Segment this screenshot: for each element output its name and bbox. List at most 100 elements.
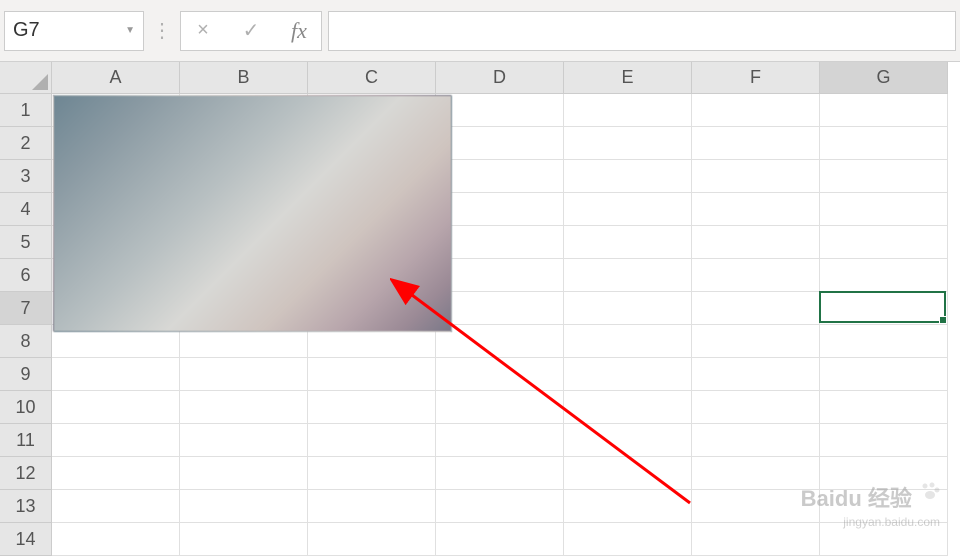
cell-D1[interactable] xyxy=(436,94,564,127)
cell-E10[interactable] xyxy=(564,391,692,424)
row-header-14[interactable]: 14 xyxy=(0,523,52,556)
cell-E5[interactable] xyxy=(564,226,692,259)
insert-function-icon[interactable]: fx xyxy=(287,18,311,44)
cell-F8[interactable] xyxy=(692,325,820,358)
cell-G8[interactable] xyxy=(820,325,948,358)
cell-F6[interactable] xyxy=(692,259,820,292)
cell-C10[interactable] xyxy=(308,391,436,424)
cell-D4[interactable] xyxy=(436,193,564,226)
row-header-5[interactable]: 5 xyxy=(0,226,52,259)
column-header-D[interactable]: D xyxy=(436,62,564,94)
cell-E11[interactable] xyxy=(564,424,692,457)
cell-F7[interactable] xyxy=(692,292,820,325)
cell-E14[interactable] xyxy=(564,523,692,556)
cell-D5[interactable] xyxy=(436,226,564,259)
cell-C9[interactable] xyxy=(308,358,436,391)
embedded-picture[interactable] xyxy=(53,95,452,332)
column-header-B[interactable]: B xyxy=(180,62,308,94)
cell-C14[interactable] xyxy=(308,523,436,556)
row-header-13[interactable]: 13 xyxy=(0,490,52,523)
cell-D2[interactable] xyxy=(436,127,564,160)
cancel-icon[interactable]: × xyxy=(191,19,215,42)
cell-B12[interactable] xyxy=(180,457,308,490)
cell-E1[interactable] xyxy=(564,94,692,127)
cell-F1[interactable] xyxy=(692,94,820,127)
column-header-E[interactable]: E xyxy=(564,62,692,94)
enter-icon[interactable]: ✓ xyxy=(239,18,263,43)
cell-A11[interactable] xyxy=(52,424,180,457)
cell-B13[interactable] xyxy=(180,490,308,523)
cell-D3[interactable] xyxy=(436,160,564,193)
cell-F11[interactable] xyxy=(692,424,820,457)
row-header-6[interactable]: 6 xyxy=(0,259,52,292)
cell-F9[interactable] xyxy=(692,358,820,391)
name-box[interactable]: G7 ▼ xyxy=(4,11,144,51)
cell-D12[interactable] xyxy=(436,457,564,490)
cell-G9[interactable] xyxy=(820,358,948,391)
cell-A13[interactable] xyxy=(52,490,180,523)
row-header-7[interactable]: 7 xyxy=(0,292,52,325)
cell-E4[interactable] xyxy=(564,193,692,226)
cell-G14[interactable] xyxy=(820,523,948,556)
cell-A10[interactable] xyxy=(52,391,180,424)
cell-E13[interactable] xyxy=(564,490,692,523)
cell-G1[interactable] xyxy=(820,94,948,127)
cell-G3[interactable] xyxy=(820,160,948,193)
cell-D7[interactable] xyxy=(436,292,564,325)
cell-D11[interactable] xyxy=(436,424,564,457)
cell-D6[interactable] xyxy=(436,259,564,292)
cell-G2[interactable] xyxy=(820,127,948,160)
row-header-10[interactable]: 10 xyxy=(0,391,52,424)
cell-D9[interactable] xyxy=(436,358,564,391)
cell-G10[interactable] xyxy=(820,391,948,424)
cell-F13[interactable] xyxy=(692,490,820,523)
cell-E2[interactable] xyxy=(564,127,692,160)
select-all-corner[interactable] xyxy=(0,62,52,94)
row-header-8[interactable]: 8 xyxy=(0,325,52,358)
formula-input[interactable] xyxy=(328,11,956,51)
cell-E12[interactable] xyxy=(564,457,692,490)
column-header-G[interactable]: G xyxy=(820,62,948,94)
cell-C12[interactable] xyxy=(308,457,436,490)
cell-F2[interactable] xyxy=(692,127,820,160)
cell-B11[interactable] xyxy=(180,424,308,457)
column-header-F[interactable]: F xyxy=(692,62,820,94)
cell-D10[interactable] xyxy=(436,391,564,424)
column-header-C[interactable]: C xyxy=(308,62,436,94)
cell-B14[interactable] xyxy=(180,523,308,556)
cell-F12[interactable] xyxy=(692,457,820,490)
cell-E3[interactable] xyxy=(564,160,692,193)
cell-E9[interactable] xyxy=(564,358,692,391)
cell-B10[interactable] xyxy=(180,391,308,424)
row-header-9[interactable]: 9 xyxy=(0,358,52,391)
cell-G6[interactable] xyxy=(820,259,948,292)
cell-F14[interactable] xyxy=(692,523,820,556)
cell-E6[interactable] xyxy=(564,259,692,292)
row-header-12[interactable]: 12 xyxy=(0,457,52,490)
cell-A12[interactable] xyxy=(52,457,180,490)
cell-A14[interactable] xyxy=(52,523,180,556)
cell-G12[interactable] xyxy=(820,457,948,490)
cell-A9[interactable] xyxy=(52,358,180,391)
cell-G4[interactable] xyxy=(820,193,948,226)
cell-F5[interactable] xyxy=(692,226,820,259)
cell-C13[interactable] xyxy=(308,490,436,523)
cell-E7[interactable] xyxy=(564,292,692,325)
cell-D8[interactable] xyxy=(436,325,564,358)
cell-F4[interactable] xyxy=(692,193,820,226)
cell-G11[interactable] xyxy=(820,424,948,457)
cell-G13[interactable] xyxy=(820,490,948,523)
row-header-4[interactable]: 4 xyxy=(0,193,52,226)
cell-G7[interactable] xyxy=(820,292,948,325)
cell-B9[interactable] xyxy=(180,358,308,391)
row-header-2[interactable]: 2 xyxy=(0,127,52,160)
cell-G5[interactable] xyxy=(820,226,948,259)
row-header-1[interactable]: 1 xyxy=(0,94,52,127)
cell-E8[interactable] xyxy=(564,325,692,358)
cell-F3[interactable] xyxy=(692,160,820,193)
row-header-11[interactable]: 11 xyxy=(0,424,52,457)
chevron-down-icon[interactable]: ▼ xyxy=(125,25,135,36)
cell-F10[interactable] xyxy=(692,391,820,424)
row-header-3[interactable]: 3 xyxy=(0,160,52,193)
cell-D13[interactable] xyxy=(436,490,564,523)
